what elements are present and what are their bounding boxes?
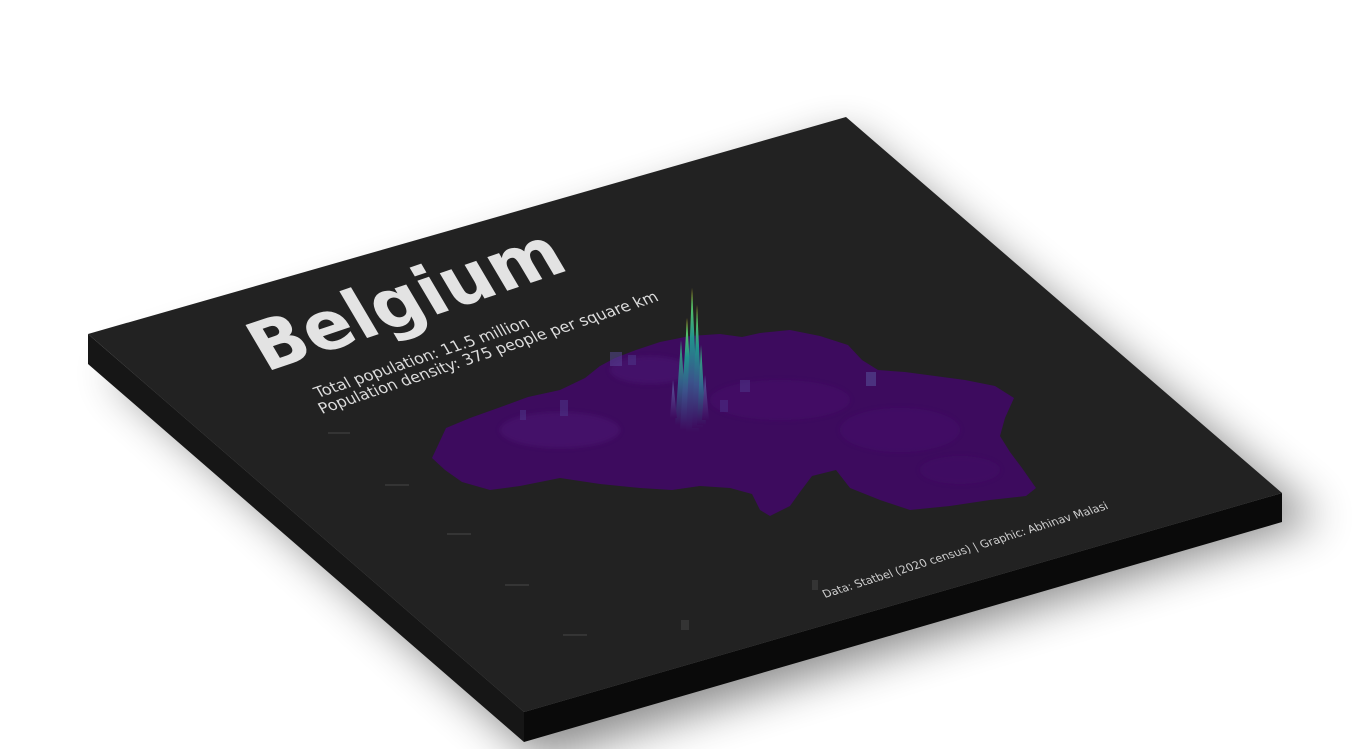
render-3d-map: Belgium Total population: 11.5 million P…: [88, 117, 1320, 749]
map-scene: Belgium Total population: 11.5 million P…: [0, 0, 1370, 749]
